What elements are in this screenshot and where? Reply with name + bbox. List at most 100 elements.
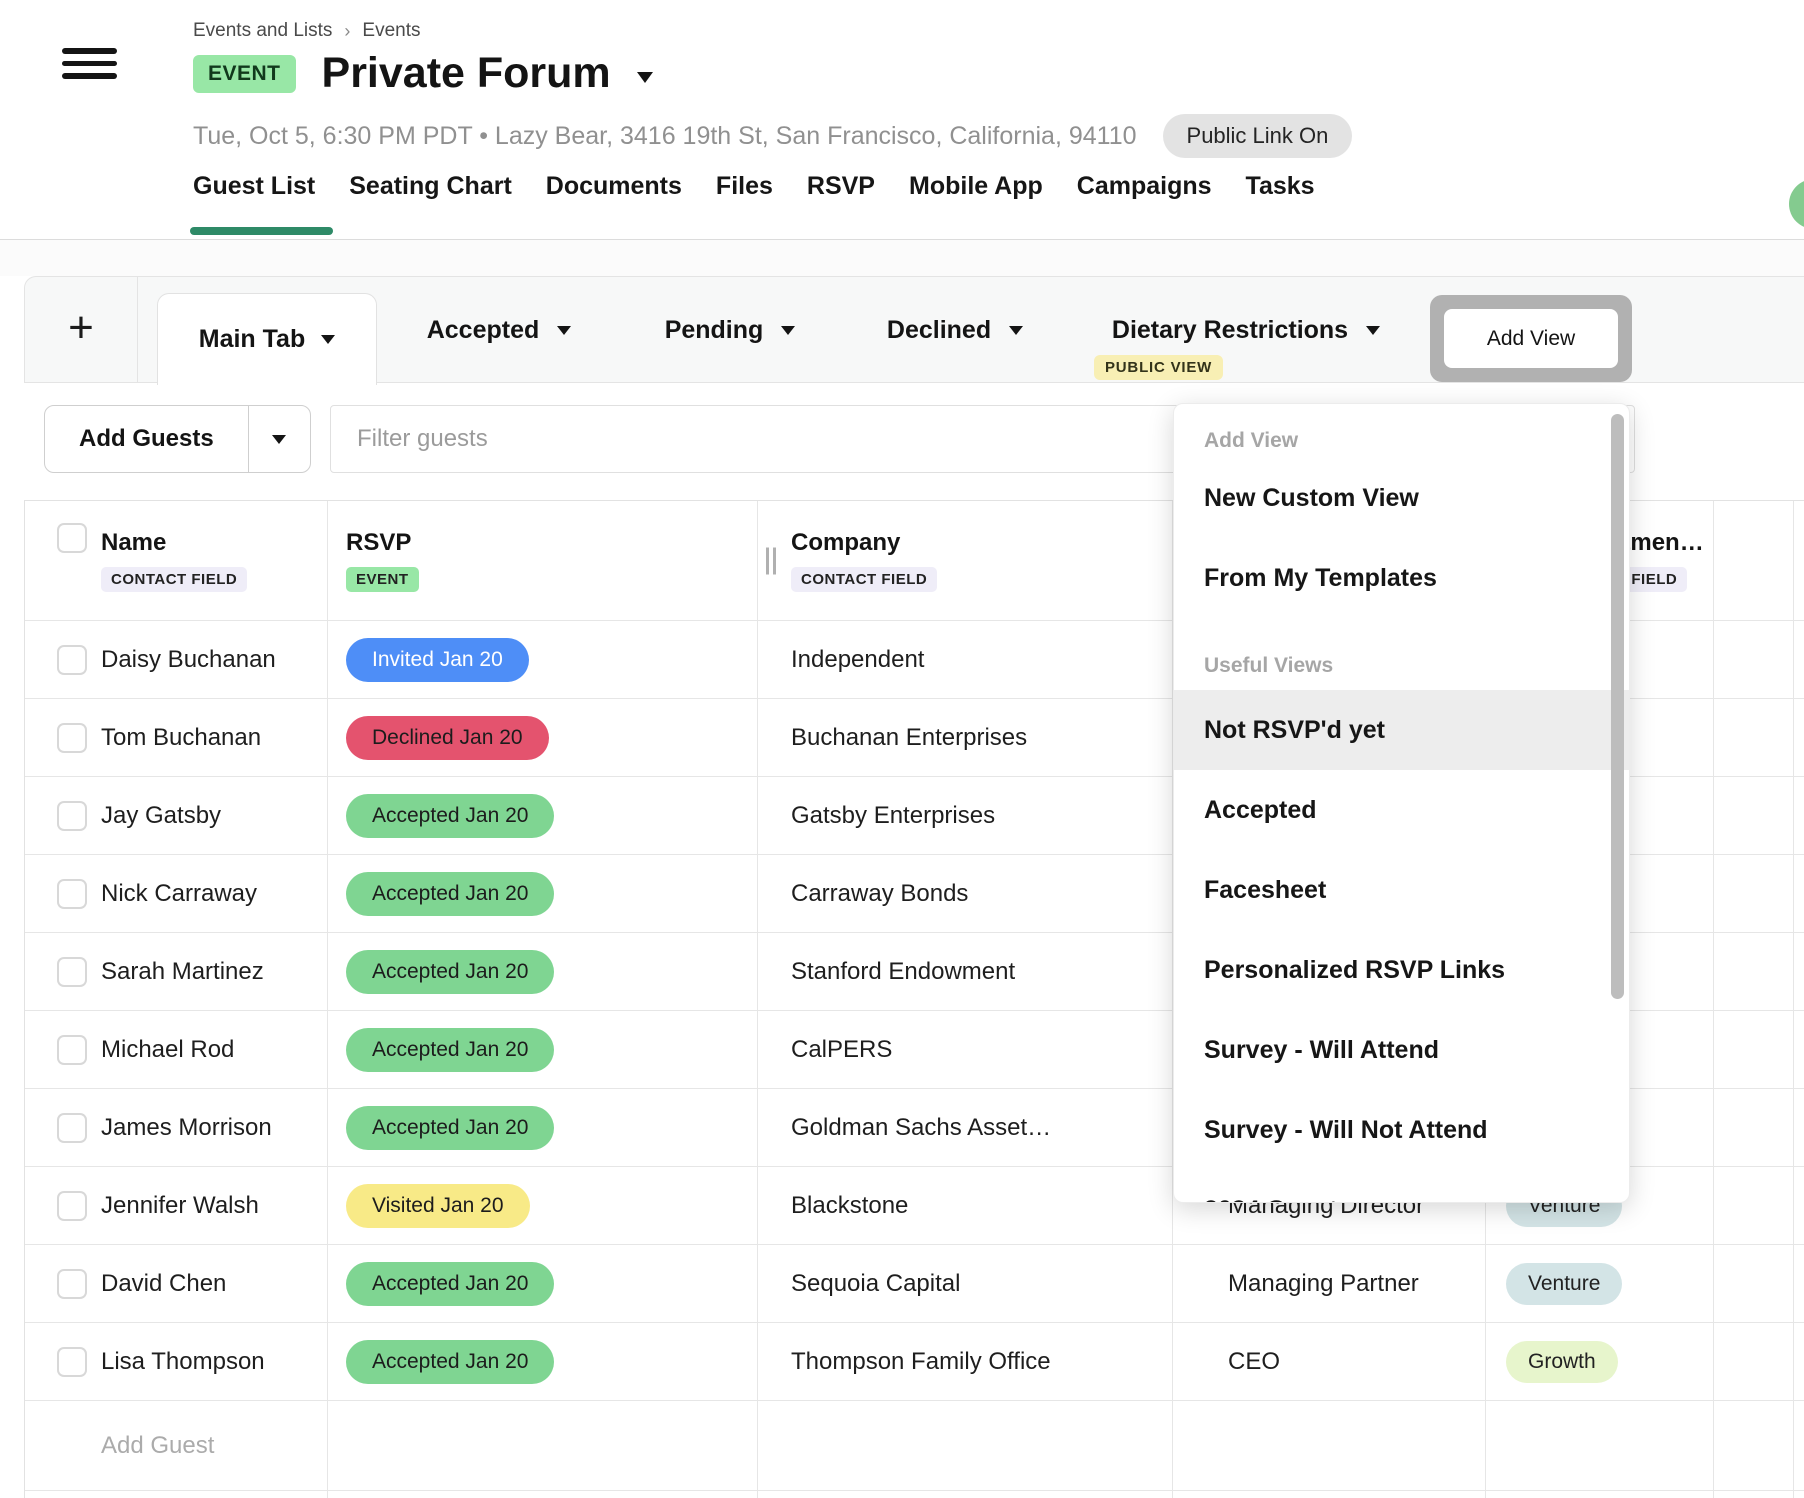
public-view-badge: PUBLIC VIEW (1094, 355, 1223, 380)
menu-item-new-custom-view[interactable]: New Custom View (1174, 458, 1629, 538)
table-clipped-row (25, 1491, 1804, 1498)
page-title: Private Forum (322, 52, 611, 95)
view-tab-declined[interactable]: Declined (865, 277, 1045, 384)
menu-item-survey-will-attend[interactable]: Survey - Will Attend (1174, 1010, 1629, 1090)
row-checkbox[interactable] (57, 645, 87, 675)
column-label-rsvp: RSVP (346, 529, 419, 557)
view-tab-main-label: Main Tab (199, 325, 305, 354)
add-guest-placeholder[interactable]: Add Guest (101, 1432, 214, 1460)
nav-tab-mobile-app[interactable]: Mobile App (909, 172, 1043, 201)
menu-item-survey-will-not-attend[interactable]: Survey - Will Not Attend (1174, 1090, 1629, 1170)
guest-name: Daisy Buchanan (101, 646, 276, 674)
event-datetime-location: Tue, Oct 5, 6:30 PM PDT • Lazy Bear, 341… (193, 122, 1137, 151)
row-checkbox[interactable] (57, 879, 87, 909)
menu-section-header: Useful Views (1174, 642, 1629, 690)
nav-tab-documents[interactable]: Documents (546, 172, 682, 201)
rsvp-status-pill[interactable]: Accepted Jan 20 (346, 1028, 554, 1072)
row-checkbox[interactable] (57, 723, 87, 753)
add-guest-row[interactable]: Add Guest (25, 1401, 1804, 1491)
menu-section-header: Add View (1174, 424, 1629, 458)
row-checkbox[interactable] (57, 801, 87, 831)
rsvp-status-pill[interactable]: Declined Jan 20 (346, 716, 549, 760)
header-cell-edge (1794, 501, 1804, 620)
rsvp-status-pill[interactable]: Accepted Jan 20 (346, 950, 554, 994)
guest-name: Jennifer Walsh (101, 1192, 259, 1220)
rsvp-status-pill[interactable]: Invited Jan 20 (346, 638, 529, 682)
title-dropdown-caret-icon[interactable] (637, 72, 653, 83)
row-checkbox[interactable] (57, 957, 87, 987)
add-guests-dropdown-button[interactable] (248, 406, 310, 472)
guest-company: Goldman Sachs Asset… (791, 1114, 1051, 1142)
guest-company: Buchanan Enterprises (791, 724, 1027, 752)
rsvp-status-pill[interactable]: Accepted Jan 20 (346, 1262, 554, 1306)
nav-tab-rsvp[interactable]: RSVP (807, 172, 875, 201)
guest-name: Nick Carraway (101, 880, 257, 908)
view-tab-pending[interactable]: Pending (645, 277, 815, 384)
view-tab-label: Pending (665, 316, 764, 345)
header-cell-name[interactable]: Name CONTACT FIELD (25, 501, 328, 620)
chevron-down-icon[interactable] (1366, 326, 1380, 335)
plus-icon: + (68, 306, 94, 350)
table-row[interactable]: Lisa ThompsonAccepted Jan 20Thompson Fam… (25, 1323, 1804, 1401)
row-checkbox[interactable] (57, 1347, 87, 1377)
hamburger-menu-icon[interactable] (62, 48, 117, 79)
add-view-button-focus-ring: Add View (1430, 295, 1632, 382)
guest-name: James Morrison (101, 1114, 272, 1142)
header-cell-extra (1714, 501, 1794, 620)
chevron-down-icon[interactable] (557, 326, 571, 335)
menu-scrollbar[interactable] (1611, 414, 1624, 999)
chevron-down-icon[interactable] (1009, 326, 1023, 335)
view-tab-accepted[interactable]: Accepted (409, 277, 589, 384)
rsvp-status-pill[interactable]: Visited Jan 20 (346, 1184, 530, 1228)
add-view-menu: Add ViewNew Custom ViewFrom My Templates… (1173, 403, 1630, 1203)
guest-company: Gatsby Enterprises (791, 802, 995, 830)
add-guests-button[interactable]: Add Guests (45, 406, 248, 472)
header-cell-company[interactable]: Company CONTACT FIELD (758, 501, 1173, 620)
nav-tab-files[interactable]: Files (716, 172, 773, 201)
view-tab-main[interactable]: Main Tab (157, 293, 377, 385)
menu-item-from-my-templates[interactable]: From My Templates (1174, 538, 1629, 618)
breadcrumb-events-and-lists[interactable]: Events and Lists (193, 20, 332, 42)
active-nav-underline (190, 227, 333, 235)
view-tab-label: Accepted (427, 316, 540, 345)
nav-tab-guest-list[interactable]: Guest List (193, 172, 315, 201)
guest-company: Thompson Family Office (791, 1348, 1051, 1376)
menu-item-2024-guests[interactable]: 2024 Guests (1174, 1170, 1629, 1203)
add-view-tab-button[interactable]: + (25, 277, 138, 382)
row-checkbox[interactable] (57, 1191, 87, 1221)
help-fab-icon[interactable] (1789, 179, 1804, 229)
row-checkbox[interactable] (57, 1269, 87, 1299)
add-view-button[interactable]: Add View (1444, 309, 1618, 368)
subnav-band (0, 240, 1804, 276)
chevron-down-icon[interactable] (781, 326, 795, 335)
chevron-down-icon[interactable] (321, 335, 335, 344)
column-badge-event: EVENT (346, 567, 419, 592)
menu-item-accepted[interactable]: Accepted (1174, 770, 1629, 850)
rsvp-status-pill[interactable]: Accepted Jan 20 (346, 1106, 554, 1150)
breadcrumb-events[interactable]: Events (362, 20, 420, 42)
column-label-company: Company (791, 529, 937, 557)
rsvp-status-pill[interactable]: Accepted Jan 20 (346, 872, 554, 916)
table-row[interactable]: David ChenAccepted Jan 20Sequoia Capital… (25, 1245, 1804, 1323)
row-checkbox[interactable] (57, 1113, 87, 1143)
public-link-status-badge[interactable]: Public Link On (1163, 114, 1353, 158)
nav-tab-campaigns[interactable]: Campaigns (1077, 172, 1212, 201)
guest-company: Blackstone (791, 1192, 908, 1220)
column-drag-handle-icon[interactable] (766, 547, 776, 574)
rsvp-status-pill[interactable]: Accepted Jan 20 (346, 794, 554, 838)
view-tab-label: Dietary Restrictions (1112, 316, 1348, 345)
menu-item-personalized-rsvp-links[interactable]: Personalized RSVP Links (1174, 930, 1629, 1010)
select-all-checkbox[interactable] (57, 523, 87, 553)
menu-item-not-rsvp-d-yet[interactable]: Not RSVP'd yet (1174, 690, 1629, 770)
menu-item-facesheet[interactable]: Facesheet (1174, 850, 1629, 930)
guest-name: Tom Buchanan (101, 724, 261, 752)
segment-pill: Venture (1506, 1263, 1622, 1305)
breadcrumb: Events and Lists › Events (193, 20, 421, 42)
header-cell-rsvp[interactable]: RSVP EVENT (328, 501, 758, 620)
guest-name: Sarah Martinez (101, 958, 264, 986)
rsvp-status-pill[interactable]: Accepted Jan 20 (346, 1340, 554, 1384)
nav-tab-tasks[interactable]: Tasks (1246, 172, 1315, 201)
title-row: EVENT Private Forum (193, 52, 653, 95)
nav-tab-seating-chart[interactable]: Seating Chart (349, 172, 512, 201)
row-checkbox[interactable] (57, 1035, 87, 1065)
